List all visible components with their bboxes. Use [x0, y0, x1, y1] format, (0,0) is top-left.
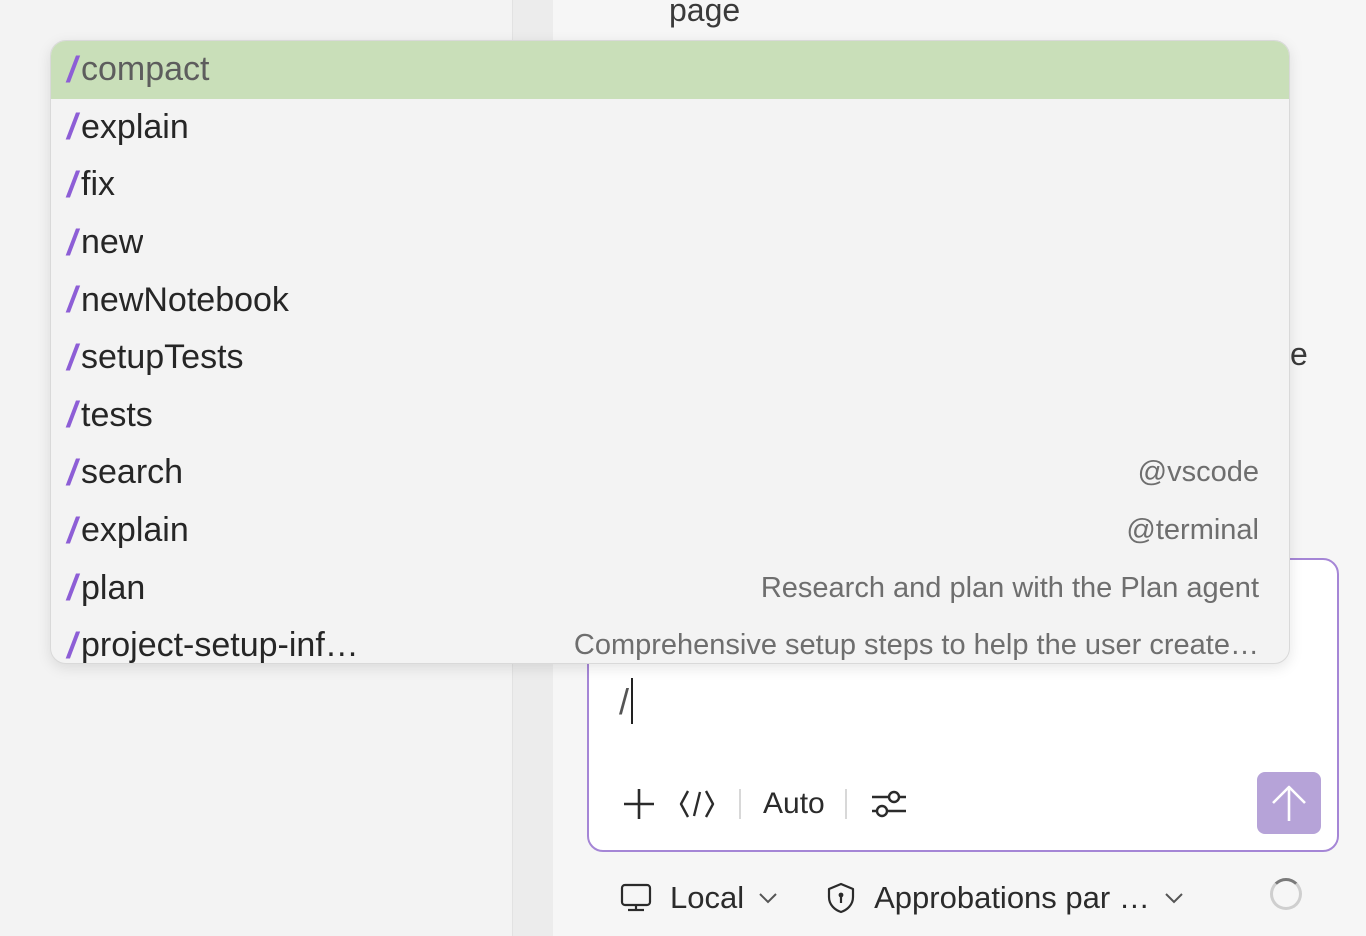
- arrow-up-icon: [1272, 785, 1306, 821]
- slash-prefix: /: [67, 624, 78, 664]
- slash-prefix: /: [67, 163, 78, 205]
- suggestion-item[interactable]: / new: [51, 214, 1289, 272]
- command-name: newNotebook: [81, 280, 289, 319]
- command-name: explain: [81, 107, 189, 146]
- command-name: explain: [81, 511, 189, 550]
- agent-mode-button[interactable]: [677, 784, 717, 824]
- slash-prefix: /: [67, 567, 78, 609]
- toolbar-separator: [739, 789, 741, 819]
- command-name: plan: [81, 568, 146, 607]
- command-name: search: [81, 453, 184, 492]
- suggestion-item[interactable]: / fix: [51, 156, 1289, 214]
- command-name: new: [81, 223, 144, 262]
- suggestion-item[interactable]: / compact: [51, 41, 1289, 99]
- approvals-label: Approbations par …: [874, 880, 1150, 915]
- suggestion-item[interactable]: / search @vscode: [51, 444, 1289, 502]
- text-caret: [631, 678, 634, 725]
- suggestion-item[interactable]: / setupTests: [51, 329, 1289, 387]
- send-button[interactable]: [1257, 772, 1321, 834]
- command-name: fix: [81, 165, 115, 204]
- slash-prefix: /: [67, 336, 78, 378]
- add-context-button[interactable]: [619, 784, 659, 824]
- loading-spinner-icon: [1270, 878, 1302, 910]
- command-name: project-setup-inf…: [81, 626, 359, 664]
- chevron-down-icon: [1165, 893, 1183, 904]
- chat-toolbar: Auto: [619, 782, 927, 826]
- background-text-fragment: e: [1290, 336, 1308, 372]
- suggestion-item[interactable]: / plan Research and plan with the Plan a…: [51, 559, 1289, 617]
- command-description: @terminal: [1126, 514, 1259, 547]
- model-picker[interactable]: Auto: [763, 787, 825, 821]
- suggestion-item[interactable]: / project-setup-inf… Comprehensive setup…: [51, 617, 1289, 664]
- monitor-icon: [620, 883, 652, 912]
- location-label: Local: [670, 880, 745, 915]
- command-name: tests: [81, 395, 153, 434]
- chevron-down-icon: [759, 893, 777, 904]
- approvals-picker[interactable]: Approbations par …: [826, 880, 1184, 916]
- command-description: @vscode: [1137, 456, 1259, 489]
- slash-prefix: /: [67, 509, 78, 551]
- shield-icon: [828, 882, 855, 914]
- suggestion-item[interactable]: / explain @terminal: [51, 502, 1289, 560]
- slash-prefix: /: [67, 106, 78, 148]
- suggestion-item[interactable]: / explain: [51, 99, 1289, 157]
- suggestion-item[interactable]: / newNotebook: [51, 271, 1289, 329]
- command-name: setupTests: [81, 338, 244, 377]
- code-brackets-icon: [679, 790, 715, 818]
- toolbar-separator: [844, 789, 847, 819]
- slash-command-dropdown: / compact / explain / fix / new / newNot…: [50, 40, 1290, 664]
- sliders-icon: [871, 790, 906, 818]
- slash-prefix: /: [67, 394, 78, 436]
- slash-prefix: /: [67, 48, 78, 90]
- chat-status-bar: Local Approbations par …: [620, 872, 1340, 924]
- slash-prefix: /: [67, 451, 78, 493]
- command-description: Comprehensive setup steps to help the us…: [573, 629, 1259, 662]
- command-description: Research and plan with the Plan agent: [760, 571, 1259, 604]
- chat-input-value: /: [619, 681, 630, 722]
- suggestion-item[interactable]: / tests: [51, 387, 1289, 445]
- background-text-page: page: [669, 0, 741, 28]
- chat-input[interactable]: /: [619, 678, 1259, 726]
- location-picker[interactable]: Local: [620, 880, 778, 916]
- slash-prefix: /: [67, 221, 78, 263]
- settings-button[interactable]: [869, 784, 909, 824]
- plus-icon: [624, 789, 654, 819]
- command-name: compact: [81, 50, 210, 89]
- slash-prefix: /: [67, 279, 78, 321]
